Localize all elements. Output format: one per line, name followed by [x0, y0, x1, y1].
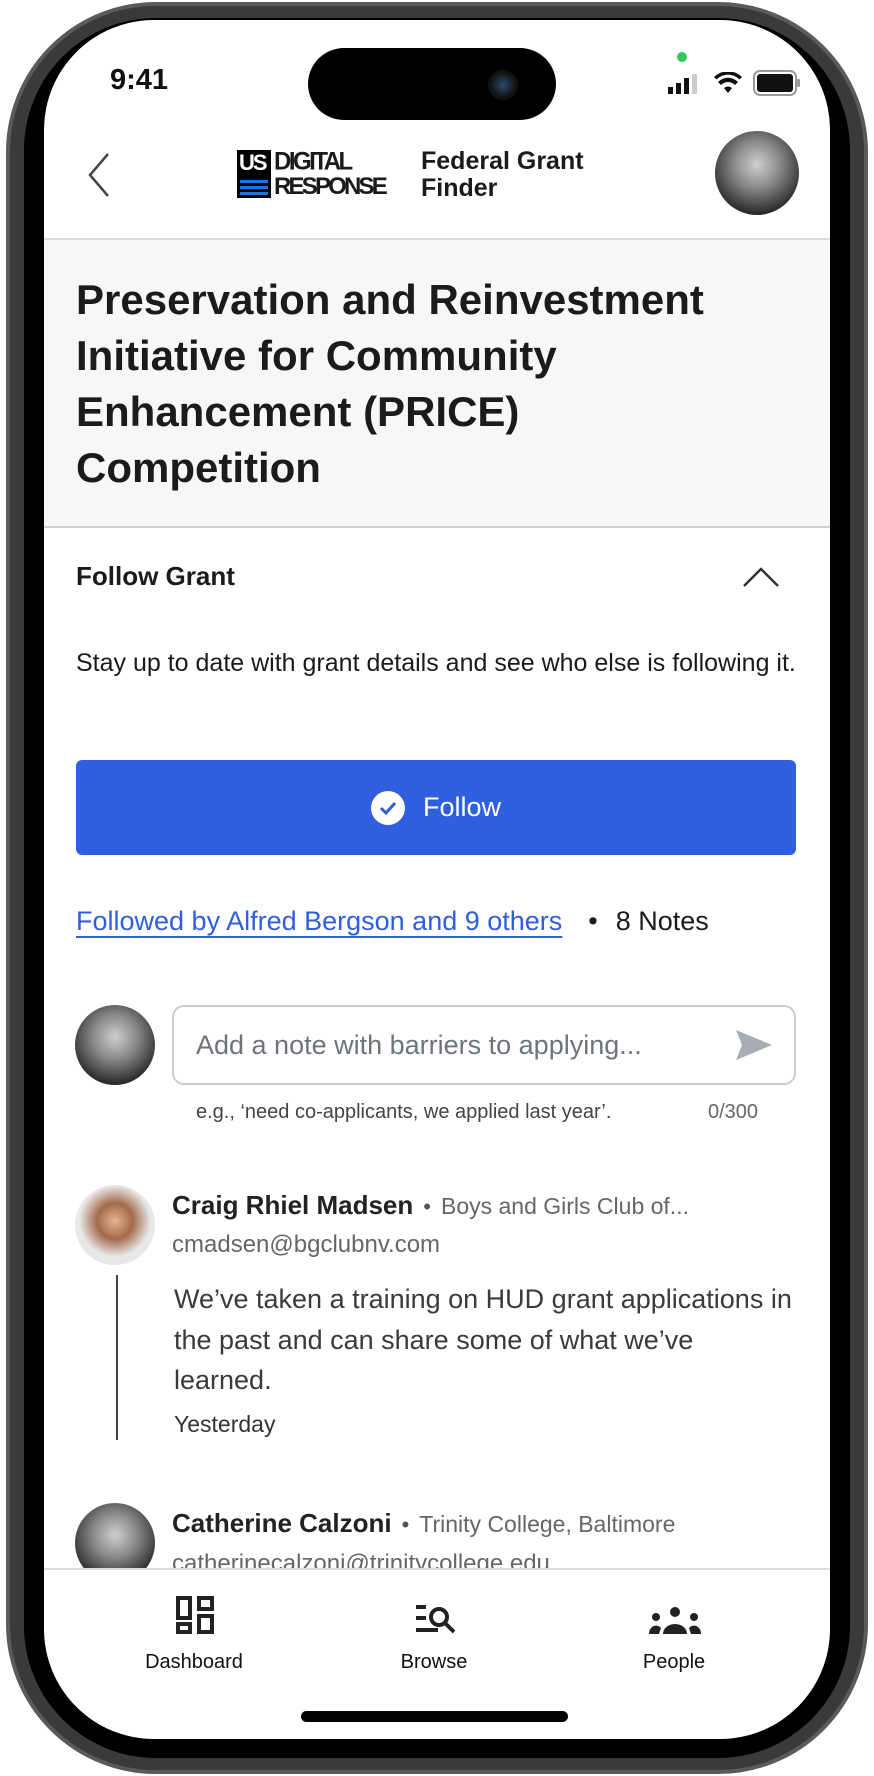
usdr-logo: US DIGITAL RESPONSE: [237, 147, 388, 200]
comment-avatar: [75, 1185, 155, 1265]
back-chevron-icon[interactable]: [86, 152, 112, 198]
dashboard-icon: [176, 1596, 214, 1634]
wifi-icon: [714, 72, 742, 93]
separator-dot: •: [588, 906, 598, 936]
chevron-up-icon[interactable]: [742, 566, 780, 588]
nav-item-browse[interactable]: Browse: [334, 1596, 534, 1686]
comment-author[interactable]: Craig Rhiel Madsen: [172, 1190, 413, 1221]
followers-link[interactable]: Followed by Alfred Bergson and 9 others: [76, 906, 570, 937]
separator-dot: •: [423, 1194, 431, 1219]
user-avatar[interactable]: [715, 131, 799, 215]
comment-time: Yesterday: [174, 1411, 276, 1437]
browse-search-icon: [416, 1605, 456, 1634]
comment-clip: Catherine Calzoni • Trinity College, Bal…: [44, 1490, 830, 1568]
send-icon[interactable]: [736, 1030, 772, 1060]
app-title: Federal Grant Finder: [421, 147, 584, 202]
note-placeholder: Add a note with barriers to applying...: [196, 1029, 642, 1060]
nav-label: People: [642, 1651, 706, 1673]
comment-org: Trinity College, Baltimore: [419, 1511, 676, 1537]
note-counter: 0/300: [708, 1101, 759, 1123]
comment-header: Craig Rhiel Madsen • Boys and Girls Club…: [172, 1190, 689, 1221]
comment-header: Catherine Calzoni • Trinity College, Bal…: [172, 1508, 675, 1539]
privacy-indicator: [677, 52, 687, 62]
comment-body: We’ve taken a training on HUD grant appl…: [174, 1284, 792, 1395]
thread-line: [116, 1275, 118, 1440]
home-indicator[interactable]: [301, 1711, 568, 1722]
nav-item-dashboard[interactable]: Dashboard: [94, 1596, 294, 1686]
dynamic-island: [308, 48, 556, 120]
comment-org: Boys and Girls Club of...: [440, 1193, 689, 1219]
comment-author[interactable]: Catherine Calzoni: [172, 1508, 392, 1539]
check-circle-icon: [370, 790, 405, 825]
nav-item-people[interactable]: People: [574, 1596, 774, 1686]
comment-avatar: [75, 1503, 155, 1568]
bottom-nav: [44, 1568, 830, 1570]
follow-grant-heading: Follow Grant: [76, 561, 235, 591]
nav-label: Dashboard: [145, 1651, 243, 1673]
current-user-avatar: [75, 1005, 155, 1085]
people-icon: [649, 1607, 701, 1634]
note-input[interactable]: Add a note with barriers to applying...: [172, 1005, 796, 1085]
follow-button[interactable]: Follow: [76, 760, 796, 855]
nav-label: Browse: [400, 1651, 468, 1673]
camera: [488, 70, 518, 100]
status-time: 9:41: [110, 64, 169, 96]
notes-count[interactable]: 8 Notes: [616, 906, 709, 937]
separator-dot: •: [401, 1512, 410, 1537]
signal-icon: [668, 74, 697, 94]
follow-button-label: Follow: [422, 792, 502, 822]
followers-row: Followed by Alfred Bergson and 9 others …: [76, 906, 709, 937]
comment-email: cmadsen@bgclubnv.com: [172, 1231, 441, 1258]
comment-email: catherinecalzoni@trinitycollege.edu: [172, 1550, 550, 1568]
grant-title: Preservation and Reinvestment Initiative…: [76, 276, 704, 491]
note-hint: e.g., ‘need co-applicants, we applied la…: [196, 1101, 612, 1123]
battery-icon: [753, 70, 800, 96]
follow-description: Stay up to date with grant details and s…: [76, 649, 796, 677]
